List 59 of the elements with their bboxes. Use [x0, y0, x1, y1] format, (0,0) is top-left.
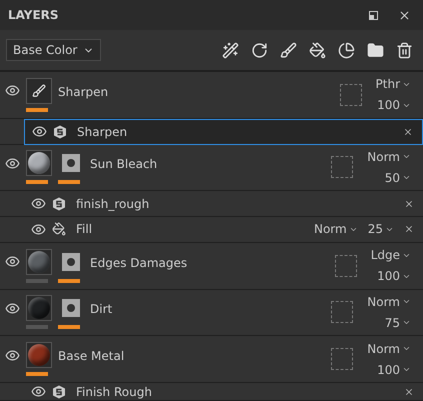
eye-icon[interactable]	[31, 196, 46, 212]
brush-icon	[32, 84, 46, 98]
eye-icon[interactable]	[5, 156, 20, 171]
opacity-dropdown[interactable]: 100	[377, 270, 411, 282]
layer-name: Base Metal	[58, 348, 126, 366]
channel-dropdown[interactable]: Base Color	[6, 39, 102, 61]
close-icon[interactable]	[398, 8, 411, 22]
substance-icon	[53, 124, 67, 139]
layer-name: Dirt	[90, 301, 114, 318]
blend-mode-dropdown[interactable]: Norm	[367, 150, 411, 163]
blend-mode-dropdown[interactable]: Ldge	[370, 249, 411, 262]
close-icon[interactable]	[403, 126, 413, 137]
blend-mode-dropdown[interactable]: Norm	[367, 296, 411, 308]
effect-name: Fill	[76, 221, 94, 238]
layer-row[interactable]: Dirt Norm 75	[0, 290, 423, 336]
effect-name: Finish Rough	[76, 384, 153, 400]
mask-slot	[331, 301, 354, 324]
close-icon[interactable]	[404, 198, 414, 209]
trash-icon[interactable]	[396, 42, 413, 58]
panel-title: LAYERS	[8, 7, 60, 24]
mask-slot	[334, 254, 357, 277]
substance-icon	[52, 196, 66, 211]
mask-slot	[340, 84, 362, 106]
eye-icon[interactable]	[31, 222, 46, 237]
effect-row[interactable]: Sharpen	[24, 118, 423, 145]
magic-wand-icon[interactable]	[222, 42, 239, 58]
blend-mode-dropdown[interactable]: Pthr	[376, 78, 411, 90]
effect-row[interactable]: Finish Rough	[24, 383, 423, 401]
undock-icon[interactable]	[369, 10, 378, 20]
pie-icon[interactable]	[338, 42, 355, 58]
blend-mode-dropdown[interactable]: Norm	[367, 342, 411, 355]
eye-icon[interactable]	[31, 384, 46, 399]
folder-icon[interactable]	[367, 42, 384, 58]
mask-slot	[331, 348, 354, 370]
layer-name: Edges Damages	[90, 254, 188, 272]
layer-name: Sharpen	[58, 84, 110, 101]
paint-bucket-icon[interactable]	[309, 42, 326, 58]
layer-row[interactable]: Sun Bleach Norm 50	[0, 144, 423, 192]
eye-icon[interactable]	[5, 300, 20, 316]
eye-icon[interactable]	[5, 348, 20, 363]
eye-icon[interactable]	[5, 254, 20, 270]
effect-name: Sharpen	[77, 124, 128, 141]
mask-slot	[331, 156, 354, 178]
opacity-dropdown[interactable]: 75	[384, 316, 411, 329]
eye-icon[interactable]	[32, 124, 47, 140]
opacity-dropdown[interactable]: 100	[377, 99, 411, 112]
paint-bucket-icon	[52, 222, 66, 236]
opacity-dropdown[interactable]: 50	[384, 172, 411, 184]
brush-icon[interactable]	[280, 42, 297, 58]
layer-name: Sun Bleach	[90, 156, 158, 174]
layer-thumbnail[interactable]	[26, 78, 52, 104]
effect-name: finish_rough	[76, 196, 150, 213]
eye-icon[interactable]	[5, 83, 20, 98]
opacity-dropdown[interactable]: 25	[368, 223, 394, 236]
blend-mode-dropdown[interactable]: Norm	[314, 223, 358, 236]
close-icon[interactable]	[404, 386, 414, 396]
rotate-icon[interactable]	[251, 42, 268, 58]
opacity-dropdown[interactable]: 100	[377, 364, 411, 376]
close-icon[interactable]	[404, 224, 414, 234]
